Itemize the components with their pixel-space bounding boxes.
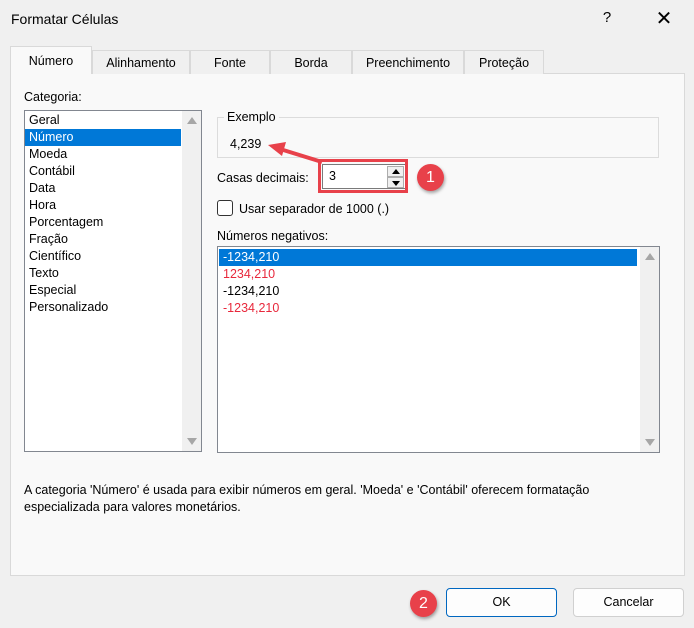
- annotation-badge-2: 2: [410, 590, 437, 617]
- tab-protecao[interactable]: Proteção: [464, 50, 544, 74]
- category-list[interactable]: Geral Número Moeda Contábil Data Hora Porcenta…: [24, 110, 202, 452]
- negatives-label: Números negativos:: [217, 229, 329, 243]
- example-value: 4,239: [230, 137, 262, 151]
- tab-preenchimento[interactable]: Preenchimento: [352, 50, 464, 74]
- category-label: Categoria:: [24, 90, 82, 104]
- scroll-up-icon[interactable]: [187, 117, 197, 124]
- negatives-list[interactable]: -1234,210 1234,210 -1234,210 -1234,210: [217, 246, 660, 453]
- dialog-title: Formatar Células: [11, 11, 119, 27]
- category-item[interactable]: Personalizado: [25, 299, 181, 316]
- category-item[interactable]: Científico: [25, 248, 181, 265]
- negative-format-item[interactable]: -1234,210: [219, 283, 637, 300]
- negative-format-item[interactable]: -1234,210: [219, 300, 637, 317]
- category-description: A categoria 'Número' é usada para exibir…: [24, 483, 590, 514]
- category-item[interactable]: Especial: [25, 282, 181, 299]
- category-item[interactable]: Hora: [25, 197, 181, 214]
- cancel-button[interactable]: Cancelar: [573, 588, 684, 617]
- help-button[interactable]: ?: [597, 9, 617, 26]
- category-item[interactable]: Fração: [25, 231, 181, 248]
- category-item[interactable]: Contábil: [25, 163, 181, 180]
- tab-borda[interactable]: Borda: [270, 50, 352, 74]
- category-item[interactable]: Número: [25, 129, 181, 146]
- decimals-label: Casas decimais:: [217, 171, 309, 185]
- example-label: Exemplo: [224, 110, 279, 124]
- annotation-badge-1: 1: [417, 164, 444, 191]
- tab-numero[interactable]: Número: [10, 46, 92, 74]
- category-item[interactable]: Geral: [25, 112, 181, 129]
- category-scrollbar[interactable]: [182, 111, 201, 451]
- tab-alinhamento[interactable]: Alinhamento: [92, 50, 190, 74]
- separator-checkbox[interactable]: [217, 200, 233, 216]
- category-item[interactable]: Texto: [25, 265, 181, 282]
- category-item[interactable]: Data: [25, 180, 181, 197]
- scroll-down-icon[interactable]: [645, 439, 655, 446]
- category-item[interactable]: Porcentagem: [25, 214, 181, 231]
- scroll-up-icon[interactable]: [645, 253, 655, 260]
- tab-fonte[interactable]: Fonte: [190, 50, 270, 74]
- separator-label[interactable]: Usar separador de 1000 (.): [239, 202, 389, 216]
- category-label-text: Categoria:: [24, 90, 82, 104]
- category-item[interactable]: Moeda: [25, 146, 181, 163]
- negatives-scrollbar[interactable]: [640, 247, 659, 452]
- negative-format-item[interactable]: -1234,210: [219, 249, 637, 266]
- close-button[interactable]: ✕: [653, 6, 675, 31]
- highlight-box: [318, 159, 408, 193]
- ok-button[interactable]: OK: [446, 588, 557, 617]
- annotation-arrow-icon: [268, 142, 323, 164]
- negative-format-item[interactable]: 1234,210: [219, 266, 637, 283]
- scroll-down-icon[interactable]: [187, 438, 197, 445]
